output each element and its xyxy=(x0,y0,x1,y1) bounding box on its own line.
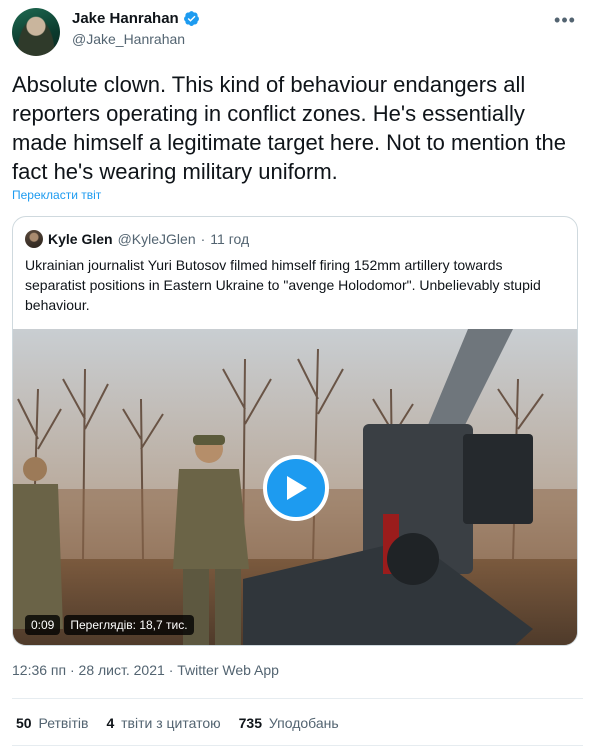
quoted-tweet-card[interactable]: Kyle Glen @KyleJGlen · 11 год Ukrainian … xyxy=(12,216,578,646)
translate-tweet-link[interactable]: Перекласти твіт xyxy=(12,188,101,202)
ellipsis-icon: ••• xyxy=(554,9,576,30)
retweets-stat[interactable]: 50 Ретвітів xyxy=(16,715,88,731)
quoted-tweet-header: Kyle Glen @KyleJGlen · 11 год xyxy=(25,230,249,248)
video-badges: 0:09 Переглядів: 18,7 тис. xyxy=(25,615,194,635)
quoted-separator: · xyxy=(200,231,206,247)
verified-badge-icon xyxy=(183,11,199,26)
more-options-button[interactable]: ••• xyxy=(553,10,577,30)
author-name-row: Jake Hanrahan xyxy=(72,10,200,27)
quoted-tweet-time: 11 год xyxy=(210,231,250,247)
likes-label: Уподобань xyxy=(268,715,339,731)
likes-count: 735 xyxy=(238,715,262,731)
divider-top xyxy=(12,698,583,699)
quoted-video-player[interactable]: 0:09 Переглядів: 18,7 тис. xyxy=(13,329,577,645)
likes-stat[interactable]: 735 Уподобань xyxy=(239,715,339,731)
quotes-label: твіти з цитатою xyxy=(121,715,221,731)
tweet-meta: 12:36 пп · 28 лист. 2021 · Twitter Web A… xyxy=(12,662,279,678)
tweet-stats: 50 Ретвітів 4 твіти з цитатою 735 Уподоб… xyxy=(16,715,339,731)
tweet-text: Absolute clown. This kind of behaviour e… xyxy=(12,72,566,184)
author-handle[interactable]: @Jake_Hanrahan xyxy=(72,31,200,47)
tweet-source[interactable]: Twitter Web App xyxy=(177,662,279,678)
video-duration: 0:09 xyxy=(25,615,61,635)
play-icon xyxy=(287,476,307,500)
quotes-count: 4 xyxy=(106,715,115,731)
author-names: Jake Hanrahan @Jake_Hanrahan xyxy=(72,10,200,47)
video-views: Переглядів: 18,7 тис. xyxy=(64,615,194,635)
meta-separator-2: · xyxy=(168,662,174,678)
play-button[interactable] xyxy=(263,455,329,521)
retweets-label: Ретвітів xyxy=(38,715,89,731)
quoted-author-handle: @KyleJGlen xyxy=(117,231,196,247)
tweet-header: Jake Hanrahan @Jake_Hanrahan ••• xyxy=(12,8,583,56)
quoted-author-avatar xyxy=(25,230,43,248)
author-display-name[interactable]: Jake Hanrahan xyxy=(72,10,179,27)
tweet-time[interactable]: 12:36 пп xyxy=(12,662,66,678)
tweet-date[interactable]: 28 лист. 2021 xyxy=(79,662,165,678)
quoted-tweet-text: Ukrainian journalist Yuri Butosov filmed… xyxy=(25,257,541,313)
retweets-count: 50 xyxy=(16,715,32,731)
meta-separator-1: · xyxy=(69,662,75,678)
quoted-author-name: Kyle Glen xyxy=(48,231,113,247)
quotes-stat[interactable]: 4 твіти з цитатою xyxy=(106,715,220,731)
author-avatar[interactable] xyxy=(12,8,60,56)
